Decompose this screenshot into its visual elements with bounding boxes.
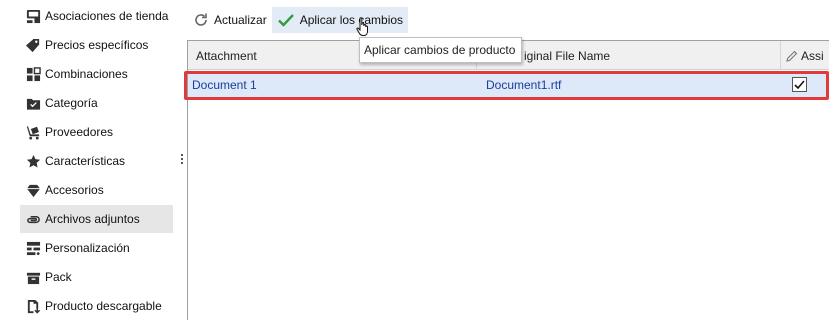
sidebar-item-store-associations[interactable]: Asociaciones de tienda	[20, 2, 173, 30]
sidebar-item-downloadable-product[interactable]: Producto descargable	[20, 292, 173, 320]
sidebar: Asociaciones de tienda Precios específic…	[0, 0, 177, 320]
sidebar-item-features[interactable]: Características	[20, 147, 173, 175]
sidebar-item-combinations[interactable]: Combinaciones	[20, 60, 173, 88]
sidebar-item-label: Categoría	[45, 96, 98, 110]
splitter-handle[interactable]	[180, 152, 184, 168]
price-tag-icon	[25, 37, 41, 53]
column-header-attachment[interactable]: Attachment	[196, 41, 257, 70]
pack-icon	[25, 269, 41, 285]
sidebar-item-attachments[interactable]: Archivos adjuntos	[20, 205, 173, 233]
column-header-assigned-label: Assi	[801, 48, 824, 63]
highlight-box	[184, 71, 829, 100]
sidebar-item-label: Accesorios	[45, 183, 104, 197]
sidebar-item-specific-prices[interactable]: Precios específicos	[20, 31, 173, 59]
customization-icon	[25, 240, 41, 256]
sidebar-item-suppliers[interactable]: Proveedores	[20, 118, 173, 146]
refresh-button[interactable]: Actualizar	[188, 7, 272, 33]
combinations-icon	[25, 66, 41, 82]
column-separator[interactable]	[780, 41, 781, 70]
sidebar-item-category[interactable]: Categoría	[20, 89, 173, 117]
apply-changes-button[interactable]: Aplicar los cambios	[271, 7, 409, 33]
sidebar-item-label: Personalización	[45, 241, 130, 255]
sidebar-item-accessories[interactable]: Accesorios	[20, 176, 173, 204]
sidebar-item-label: Pack	[45, 270, 72, 284]
refresh-label: Actualizar	[214, 13, 267, 27]
paperclip-icon	[25, 211, 41, 227]
column-header-original-file-name[interactable]: iginal File Name	[524, 41, 610, 70]
sidebar-item-label: Producto descargable	[45, 299, 162, 313]
apply-changes-label: Aplicar los cambios	[299, 13, 404, 27]
toolbar: Actualizar Aplicar los cambios	[188, 5, 829, 35]
tooltip: Aplicar cambios de producto	[359, 37, 522, 63]
checkmark-icon	[277, 14, 294, 27]
sidebar-item-customization[interactable]: Personalización	[20, 234, 173, 262]
sidebar-item-label: Combinaciones	[45, 67, 128, 81]
star-icon	[25, 153, 41, 169]
sidebar-item-label: Archivos adjuntos	[45, 212, 140, 226]
sidebar-item-label: Asociaciones de tienda	[45, 9, 169, 23]
sidebar-item-label: Proveedores	[45, 125, 114, 139]
downloadable-product-icon	[25, 298, 41, 314]
refresh-icon	[195, 13, 207, 26]
column-header-assigned[interactable]: Assi	[786, 41, 824, 70]
sidebar-item-label: Precios específicos	[45, 38, 149, 52]
suppliers-icon	[25, 124, 41, 140]
sidebar-item-pack[interactable]: Pack	[20, 263, 173, 291]
mouse-cursor-icon	[356, 17, 368, 36]
sidebar-item-label: Características	[45, 154, 126, 168]
pencil-icon	[786, 50, 798, 62]
store-associations-icon	[25, 8, 41, 24]
category-folder-icon	[25, 95, 41, 111]
diamond-icon	[25, 182, 41, 198]
